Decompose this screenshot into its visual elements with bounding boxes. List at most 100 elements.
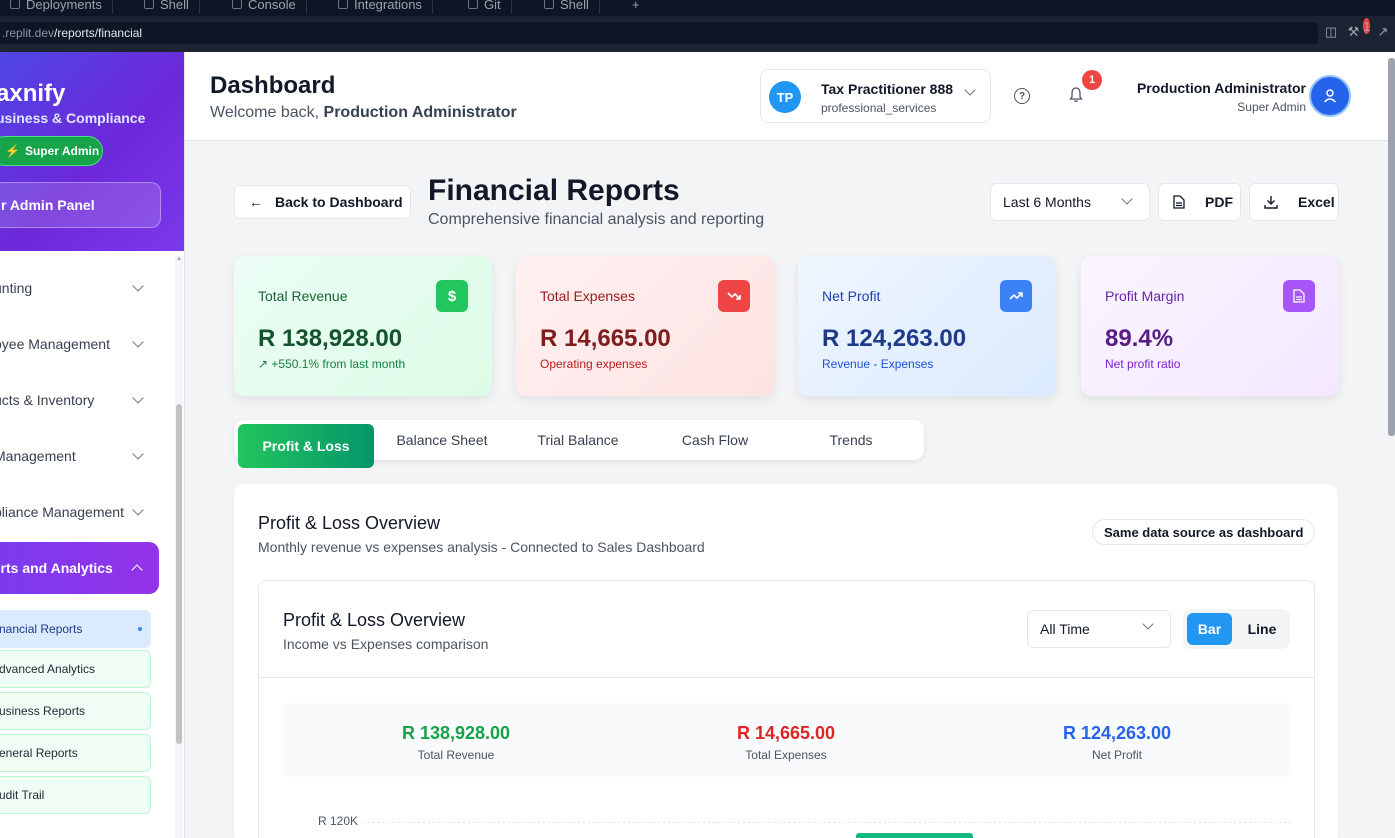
user-role: Super Admin [1237, 100, 1306, 114]
bar-chart-option[interactable]: Bar [1187, 613, 1232, 645]
chart-type-toggle: Bar Line [1183, 609, 1290, 649]
chevron-down-icon [132, 448, 144, 460]
back-to-dashboard-button[interactable]: ← Back to Dashboard [234, 185, 411, 219]
chevron-down-icon [132, 336, 144, 348]
page-subtitle: Comprehensive financial analysis and rep… [428, 211, 765, 228]
git-icon [468, 0, 478, 9]
summary-net-profit: R 124,263.00 Net Profit [952, 703, 1282, 777]
sidebar-subitem-financial-reports[interactable]: nancial Reports [0, 610, 151, 648]
tab-trends[interactable]: Trends [783, 420, 919, 460]
data-source-badge: Same data source as dashboard [1092, 519, 1316, 545]
kpi-note: ↗ +550.1% from last month [258, 357, 405, 371]
sidebar-item-label: pliance Management [0, 504, 124, 520]
tab-integrations[interactable]: Integrations [328, 0, 433, 14]
chevron-down-icon [1142, 618, 1154, 630]
open-external-icon[interactable]: ↗ [1375, 24, 1391, 40]
tab-label: Git [484, 0, 501, 12]
kpi-note-text: +550.1% from last month [271, 357, 406, 371]
integrations-icon [338, 0, 348, 9]
tab-label: Integrations [354, 0, 422, 12]
welcome-name: Production Administrator [323, 104, 517, 121]
summary-value: R 124,263.00 [1062, 723, 1172, 743]
help-icon[interactable]: ? [1014, 88, 1030, 104]
kpi-total-revenue: Total Revenue R 138,928.00 ↗ +550.1% fro… [234, 256, 492, 396]
brand-subtitle: usiness & Compliance [0, 110, 146, 126]
tab-trial-balance[interactable]: Trial Balance [510, 420, 646, 460]
sidebar-subitem-advanced-analytics[interactable]: dvanced Analytics [0, 650, 151, 688]
kpi-label: Net Profit [822, 288, 881, 304]
active-dot [138, 627, 142, 631]
tab-label: Deployments [26, 0, 102, 12]
chart-card-title: Profit & Loss Overview [283, 610, 466, 630]
kpi-value: R 124,263.00 [822, 325, 967, 352]
kpi-value: R 138,928.00 [258, 325, 403, 352]
sidebar-item-products-inventory[interactable]: ucts & Inventory [0, 380, 160, 420]
admin-panel-button[interactable]: r Admin Panel [0, 182, 161, 228]
revenue-bar[interactable] [856, 833, 973, 838]
sidebar-subitem-audit-trail[interactable]: udit Trail [0, 776, 151, 814]
practitioner-selector[interactable]: TP Tax Practitioner 888 professional_ser… [760, 69, 991, 123]
chevron-down-icon [964, 84, 976, 96]
kpi-value: 89.4% [1105, 325, 1174, 352]
new-tab-button[interactable]: + [622, 0, 650, 14]
url-path: /reports/financial [54, 26, 143, 40]
user-avatar[interactable] [1309, 75, 1351, 117]
brand-name: axnify [0, 80, 66, 107]
pl-chart-card: Profit & Loss Overview Income vs Expense… [258, 580, 1315, 838]
sidebar-item-management[interactable]: Management [0, 436, 160, 476]
shell-icon [144, 0, 154, 9]
kpi-value: R 14,665.00 [540, 325, 671, 352]
tab-balance-sheet[interactable]: Balance Sheet [374, 420, 510, 460]
sidebar-subitem-label: dvanced Analytics [0, 662, 96, 676]
trending-down-icon [718, 280, 750, 312]
plus-icon: + [632, 0, 640, 12]
url-bar: .replit.dev/reports/financial ◫ ⚒ 1 ↗ [0, 16, 1395, 52]
sidebar-subitem-label: nancial Reports [0, 622, 83, 636]
back-label: Back to Dashboard [275, 194, 403, 210]
tools-icon[interactable]: ⚒ 1 [1348, 18, 1371, 40]
chevron-down-icon [132, 280, 144, 292]
browser-tab-bar: Deployments Shell Console Integrations G… [0, 0, 1395, 16]
bell-icon[interactable] [1069, 87, 1083, 103]
chevron-down-icon [132, 504, 144, 516]
export-excel-button[interactable]: Excel [1249, 183, 1339, 221]
sidebar-subitem-label: usiness Reports [0, 704, 86, 718]
tab-shell-2[interactable]: Shell [534, 0, 600, 14]
trending-up-icon: ↗ [258, 357, 272, 371]
tab-deployments[interactable]: Deployments [0, 0, 113, 14]
tab-label: Shell [560, 0, 589, 12]
line-chart-option[interactable]: Line [1240, 613, 1284, 645]
sidebar-item-employee-management[interactable]: oyee Management [0, 324, 160, 364]
url-input[interactable]: .replit.dev/reports/financial [0, 22, 1318, 44]
chart-card-subtitle: Income vs Expenses comparison [283, 636, 489, 652]
report-tabs: Profit & Loss Balance Sheet Trial Balanc… [234, 420, 924, 468]
sidebar-subitem-general-reports[interactable]: eneral Reports [0, 734, 151, 772]
sidebar-scrollbar-thumb[interactable] [176, 404, 182, 744]
trending-up-icon [1000, 280, 1032, 312]
sidebar-item-compliance-management[interactable]: pliance Management [0, 492, 160, 532]
tab-cash-flow[interactable]: Cash Flow [647, 420, 783, 460]
tab-shell[interactable]: Shell [134, 0, 200, 14]
kpi-label: Total Revenue [258, 288, 348, 304]
period-select[interactable]: Last 6 Months [990, 183, 1150, 221]
header-title: Dashboard [210, 72, 336, 99]
sidebar-item-accounting[interactable]: unting [0, 268, 160, 308]
tab-profit-loss[interactable]: Profit & Loss [238, 424, 374, 468]
tab-console[interactable]: Console [222, 0, 307, 14]
sidebar-subitem-business-reports[interactable]: usiness Reports [0, 692, 151, 730]
top-header: Dashboard Welcome back, Production Admin… [185, 52, 1395, 141]
scroll-up-icon[interactable]: ▲ [176, 256, 182, 262]
profit-loss-panel: Profit & Loss Overview Monthly revenue v… [234, 484, 1338, 838]
time-filter-value: All Time [1040, 621, 1090, 637]
welcome-prefix: Welcome back, [210, 104, 324, 121]
summary-label: Total Revenue [417, 748, 495, 762]
sidebar-item-label: Management [0, 448, 76, 464]
page-scrollbar-thumb[interactable] [1388, 58, 1395, 436]
tab-git[interactable]: Git [458, 0, 512, 14]
export-pdf-button[interactable]: PDF [1158, 183, 1241, 221]
welcome-message: Welcome back, Production Administrator [210, 104, 517, 122]
sidebar-item-reports-analytics[interactable]: orts and Analytics [0, 542, 159, 594]
shell-icon [544, 0, 554, 9]
devices-icon[interactable]: ◫ [1323, 24, 1339, 40]
time-filter-select[interactable]: All Time [1027, 610, 1171, 648]
